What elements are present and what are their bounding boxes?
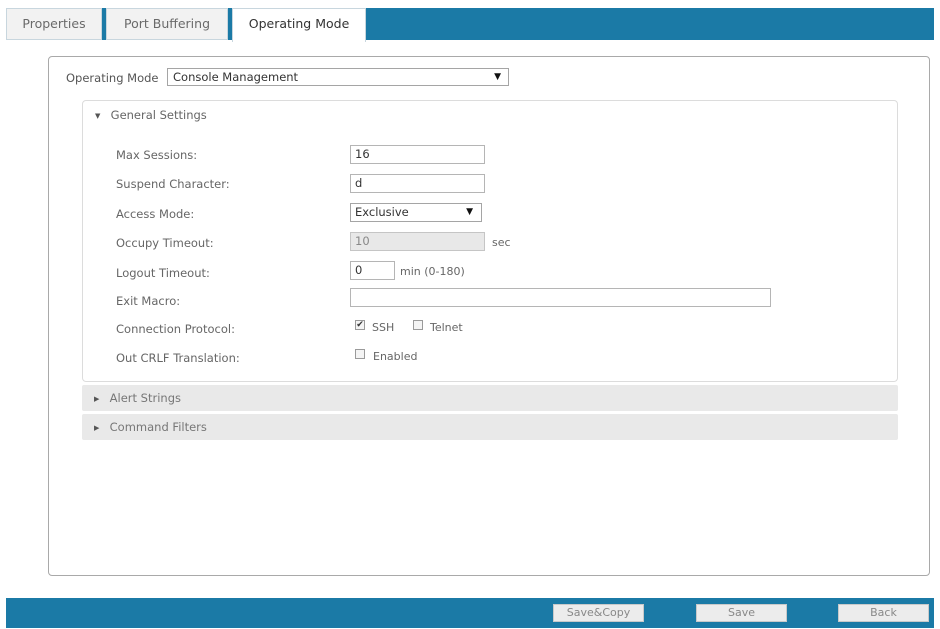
suspend-character-input[interactable]: d <box>350 174 485 193</box>
collapsed-arrow-icon: ▶ <box>94 423 100 432</box>
tab-properties[interactable]: Properties <box>6 8 102 40</box>
access-mode-label: Access Mode: <box>116 207 195 221</box>
operating-mode-select[interactable]: Console Management ▼ <box>167 68 509 86</box>
logout-timeout-input[interactable]: 0 <box>350 261 395 280</box>
out-crlf-checkbox[interactable] <box>355 349 365 359</box>
out-crlf-option-label: Enabled <box>373 350 418 363</box>
general-settings-title: General Settings <box>110 108 207 122</box>
max-sessions-input[interactable]: 16 <box>350 145 485 164</box>
out-crlf-label: Out CRLF Translation: <box>116 351 240 365</box>
alert-strings-header[interactable]: ▶ Alert Strings <box>82 385 898 411</box>
command-filters-header[interactable]: ▶ Command Filters <box>82 414 898 440</box>
logout-timeout-unit: min (0-180) <box>400 265 465 278</box>
tab-operating-mode[interactable]: Operating Mode <box>232 8 366 42</box>
chevron-down-icon: ▼ <box>466 207 473 217</box>
save-copy-button[interactable]: Save&Copy <box>553 604 644 622</box>
tab-bar: Properties Port Buffering Operating Mode <box>6 8 934 42</box>
telnet-label: Telnet <box>430 321 463 334</box>
alert-strings-title: Alert Strings <box>109 391 181 405</box>
tab-port-buffering[interactable]: Port Buffering <box>106 8 228 40</box>
footer-bar: Save&Copy Save Back <box>6 598 934 628</box>
telnet-checkbox[interactable] <box>413 320 423 330</box>
command-filters-section: ▶ Command Filters <box>82 414 898 440</box>
max-sessions-label: Max Sessions: <box>116 148 198 162</box>
alert-strings-section: ▶ Alert Strings <box>82 385 898 411</box>
ssh-label: SSH <box>372 321 395 334</box>
occupy-timeout-input: 10 <box>350 232 485 251</box>
access-mode-value: Exclusive <box>355 205 409 219</box>
operating-mode-value: Console Management <box>173 70 299 84</box>
logout-timeout-label: Logout Timeout: <box>116 266 210 280</box>
collapsed-arrow-icon: ▶ <box>94 394 100 403</box>
expanded-arrow-icon: ▼ <box>95 111 101 120</box>
general-settings-header[interactable]: ▼ General Settings <box>83 101 897 129</box>
ssh-checkbox[interactable]: ✔ <box>355 320 365 330</box>
chevron-down-icon: ▼ <box>494 72 501 82</box>
connection-protocol-label: Connection Protocol: <box>116 322 235 336</box>
back-button[interactable]: Back <box>838 604 929 622</box>
exit-macro-input[interactable] <box>350 288 771 307</box>
occupy-timeout-unit: sec <box>492 236 511 249</box>
occupy-timeout-label: Occupy Timeout: <box>116 236 214 250</box>
operating-mode-label: Operating Mode <box>66 71 159 85</box>
exit-macro-label: Exit Macro: <box>116 294 181 308</box>
save-button[interactable]: Save <box>696 604 787 622</box>
command-filters-title: Command Filters <box>109 420 207 434</box>
access-mode-select[interactable]: Exclusive ▼ <box>350 203 482 222</box>
suspend-character-label: Suspend Character: <box>116 177 230 191</box>
